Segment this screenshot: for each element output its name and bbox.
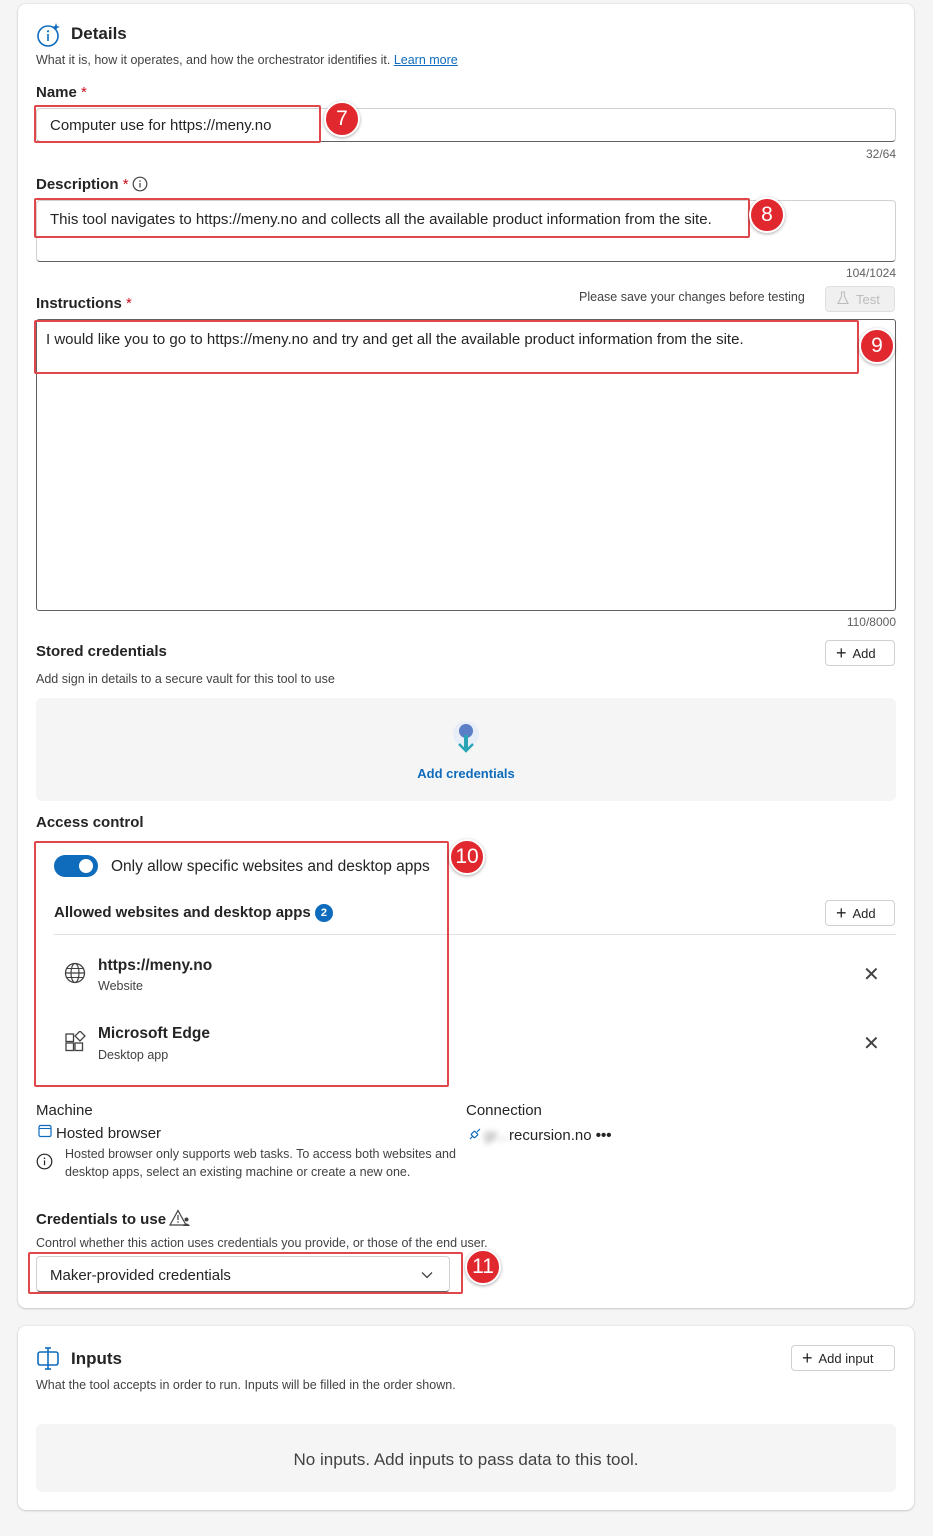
connection-value[interactable]: gr...recursion.no ••• — [484, 1127, 612, 1144]
plus-icon: + — [836, 903, 847, 923]
details-sparkle-icon — [36, 22, 62, 48]
credentials-to-use-description: Control whether this action uses credent… — [36, 1236, 488, 1250]
browser-window-icon — [38, 1124, 52, 1138]
inputs-subtitle: What the tool accepts in order to run. I… — [36, 1378, 456, 1392]
instructions-label: Instructions * — [36, 295, 132, 312]
callout-badge-7: 7 — [324, 101, 360, 137]
add-credentials-link[interactable]: Add credentials — [36, 766, 896, 781]
description-label: Description * — [36, 176, 129, 193]
machine-value[interactable]: Hosted browser — [56, 1125, 161, 1142]
warning-person-icon — [168, 1209, 191, 1227]
info-icon[interactable] — [132, 176, 148, 192]
access-control-label: Access control — [36, 814, 144, 831]
connection-more-icon[interactable]: ••• — [596, 1127, 612, 1144]
remove-item-close-icon[interactable]: ✕ — [863, 962, 880, 987]
details-title: Details — [71, 24, 127, 43]
callout-badge-11: 11 — [465, 1249, 501, 1285]
remove-item-close-icon[interactable]: ✕ — [863, 1031, 880, 1056]
input-field-icon — [36, 1345, 62, 1371]
learn-more-link[interactable]: Learn more — [394, 53, 458, 67]
connection-value-hidden: gr... — [484, 1127, 510, 1144]
details-subtitle: What it is, how it operates, and how the… — [36, 53, 458, 67]
details-card: Details What it is, how it operates, and… — [18, 4, 914, 1308]
description-counter: 104/1024 — [845, 266, 896, 280]
add-allowed-app-button-label: Add — [852, 905, 876, 921]
callout-badge-9: 9 — [859, 328, 895, 364]
plus-icon: + — [836, 643, 847, 663]
connection-value-suffix: recursion.no — [509, 1127, 592, 1144]
name-required-mark: * — [81, 84, 87, 101]
description-label-text: Description — [36, 176, 119, 193]
add-credential-button-label: Add — [852, 645, 876, 661]
stored-credentials-label: Stored credentials — [36, 643, 167, 660]
name-label-text: Name — [36, 84, 77, 101]
machine-label: Machine — [36, 1102, 93, 1119]
flask-icon — [836, 290, 850, 308]
save-notice: Please save your changes before testing — [579, 290, 805, 304]
callout-box-description — [34, 198, 750, 238]
details-subtitle-text: What it is, how it operates, and how the… — [36, 53, 391, 67]
callout-box-access — [34, 841, 449, 1087]
inputs-title: Inputs — [71, 1349, 122, 1368]
callout-badge-8: 8 — [749, 197, 785, 233]
connection-label: Connection — [466, 1102, 542, 1119]
instructions-counter: 110/8000 — [846, 615, 896, 629]
key-vault-icon — [448, 717, 484, 757]
name-counter: 32/64 — [865, 147, 896, 161]
stored-credentials-description: Add sign in details to a secure vault fo… — [36, 672, 335, 686]
plug-connection-icon — [468, 1127, 482, 1141]
add-input-button[interactable]: + Add input — [791, 1345, 895, 1371]
credentials-to-use-label: Credentials to use — [36, 1211, 167, 1228]
inputs-card: Inputs + Add input What the tool accepts… — [18, 1326, 914, 1510]
inputs-empty-text: No inputs. Add inputs to pass data to th… — [293, 1450, 639, 1469]
instructions-required-mark: * — [126, 295, 132, 312]
description-required-mark: * — [122, 176, 129, 193]
add-allowed-app-button[interactable]: + Add — [825, 900, 895, 926]
name-label: Name * — [36, 84, 87, 101]
add-input-button-label: Add input — [818, 1350, 874, 1366]
machine-note: Hosted browser only supports web tasks. … — [65, 1147, 456, 1179]
plus-icon: + — [802, 1348, 813, 1368]
test-button[interactable]: Test — [825, 286, 895, 312]
callout-box-name — [34, 105, 321, 143]
callout-badge-10: 10 — [449, 839, 485, 875]
callout-box-instructions — [34, 320, 859, 374]
test-button-label: Test — [856, 291, 880, 307]
callout-box-credentials — [28, 1252, 463, 1294]
add-credential-button[interactable]: + Add — [825, 640, 895, 666]
note-info-icon — [36, 1153, 53, 1170]
instructions-label-text: Instructions — [36, 295, 122, 312]
